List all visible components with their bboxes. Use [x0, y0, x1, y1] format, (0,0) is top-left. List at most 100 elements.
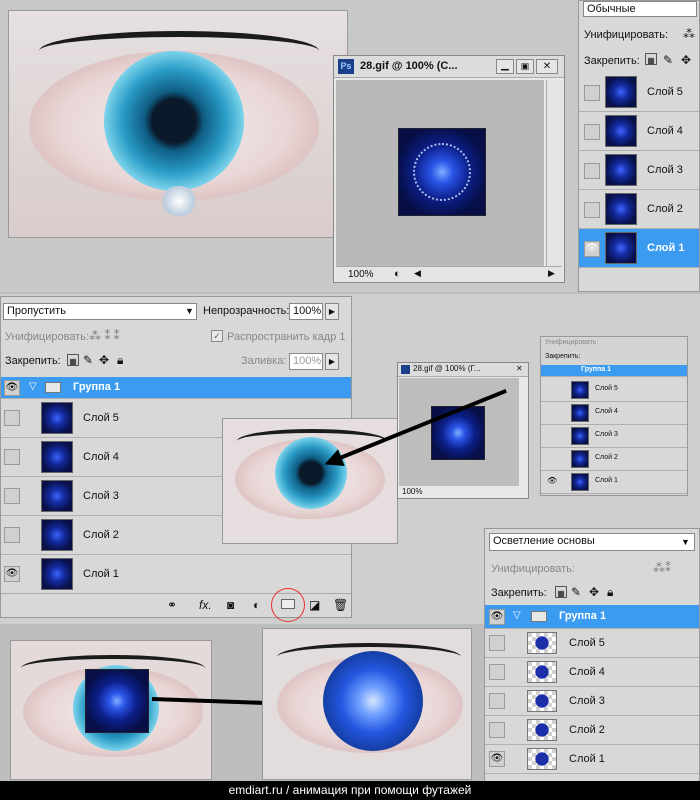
layer-row[interactable]: Слой 4 — [541, 402, 687, 425]
group-row[interactable]: Группа 1 — [541, 365, 687, 377]
layer-name[interactable]: Слой 5 — [595, 385, 618, 392]
minimize-button[interactable]: ▁ — [496, 59, 514, 74]
opacity-arrow-button[interactable]: ▶ — [325, 303, 339, 320]
group-row[interactable]: 👁︎ ▽ Группа 1 — [485, 605, 699, 629]
layer-name[interactable]: Слой 4 — [595, 408, 618, 415]
adjustment-icon[interactable]: ◐ — [253, 598, 260, 612]
layer-row[interactable]: 👁︎ Слой 1 — [485, 745, 699, 774]
unify-icon[interactable]: ⁂⁑ — [653, 561, 671, 575]
eye-icon[interactable] — [489, 664, 505, 680]
blend-mode-select[interactable]: Обычные — [583, 1, 697, 17]
lock-pixels-icon[interactable]: ▦ — [67, 354, 79, 366]
maximize-button[interactable]: ▣ — [516, 59, 534, 74]
propagate-checkbox[interactable]: ✓ — [211, 330, 223, 342]
eye-icon[interactable] — [584, 163, 600, 179]
layer-name[interactable]: Слой 5 — [569, 637, 605, 649]
eye-icon[interactable] — [489, 635, 505, 651]
layer-name[interactable]: Слой 3 — [595, 431, 618, 438]
zoom-level[interactable]: 100% — [348, 269, 374, 280]
move-icon[interactable]: ✥ — [681, 53, 691, 67]
layer-row[interactable]: Слой 2 — [485, 716, 699, 745]
layer-name[interactable]: Слой 4 — [83, 451, 119, 463]
eye-icon[interactable] — [4, 527, 20, 543]
lock-icon[interactable]: 🔒︎ — [117, 353, 123, 367]
layer-name[interactable]: Слой 4 — [569, 666, 605, 678]
layer-name[interactable]: Слой 4 — [647, 125, 683, 137]
layer-row[interactable]: Слой 5 — [541, 379, 687, 402]
layer-row[interactable]: Слой 3 — [579, 151, 699, 190]
eye-icon[interactable]: 👁︎ — [489, 609, 505, 625]
eye-icon[interactable] — [584, 124, 600, 140]
eye-icon[interactable]: 👁︎ — [4, 380, 20, 396]
layer-name[interactable]: Слой 2 — [595, 454, 618, 461]
eye-icon[interactable] — [584, 85, 600, 101]
lock-pixels-icon[interactable]: ▦ — [555, 586, 567, 598]
layer-name[interactable]: Слой 5 — [83, 412, 119, 424]
mask-icon[interactable]: ◙ — [227, 598, 234, 612]
layer-name[interactable]: Слой 2 — [83, 529, 119, 541]
unify-icon[interactable]: ⁂ — [683, 27, 695, 41]
layer-row[interactable]: 👁︎ Слой 1 — [541, 471, 687, 494]
layer-name[interactable]: Слой 3 — [569, 695, 605, 707]
layer-row[interactable]: Слой 5 — [579, 73, 699, 112]
layer-row[interactable]: 👁︎ Слой 1 — [1, 555, 351, 594]
close-button[interactable]: ✕ — [516, 364, 523, 373]
eye-icon[interactable] — [4, 488, 20, 504]
layer-row[interactable]: Слой 5 — [485, 629, 699, 658]
status-icon[interactable]: ◐ — [394, 268, 401, 280]
eye-icon[interactable]: 👁︎ — [4, 566, 20, 582]
eye-icon[interactable] — [584, 202, 600, 218]
layer-name[interactable]: Слой 1 — [569, 753, 605, 765]
expand-triangle-icon[interactable]: ▽ — [29, 381, 37, 392]
scroll-right-icon[interactable]: ▶ — [548, 268, 555, 279]
window-titlebar[interactable]: Ps 28.gif @ 100% (С... ▁ ▣ ✕ — [334, 56, 564, 78]
fill-input[interactable]: 100% — [289, 353, 323, 370]
close-button[interactable]: ✕ — [536, 59, 558, 74]
move-icon[interactable]: ✥ — [99, 353, 109, 367]
move-icon[interactable]: ✥ — [589, 585, 599, 599]
layer-name[interactable]: Слой 2 — [647, 203, 683, 215]
eye-icon[interactable]: 👁︎ — [547, 476, 557, 485]
layer-row[interactable]: Слой 2 — [579, 190, 699, 229]
eye-icon[interactable] — [4, 410, 20, 426]
group-name[interactable]: Группа 1 — [581, 366, 611, 373]
lock-pixels-icon[interactable]: ▦ — [645, 53, 657, 65]
window-titlebar[interactable]: 28.gif @ 100% (Г... ✕ — [398, 363, 528, 377]
layer-row[interactable]: Слой 4 — [485, 658, 699, 687]
brush-icon[interactable]: ✎ — [663, 53, 673, 67]
scroll-left-icon[interactable]: ◀ — [414, 268, 421, 279]
layer-name[interactable]: Слой 1 — [595, 477, 618, 484]
layer-name[interactable]: Слой 2 — [569, 724, 605, 736]
eye-icon[interactable]: 👁︎ — [584, 241, 600, 257]
eye-icon[interactable] — [489, 693, 505, 709]
fx-icon[interactable]: fx. — [199, 598, 212, 612]
link-icon[interactable]: ⚭ — [167, 598, 177, 612]
new-layer-icon[interactable]: ◪ — [309, 598, 320, 612]
layer-name[interactable]: Слой 1 — [647, 242, 684, 254]
opacity-input[interactable]: 100% — [289, 303, 323, 320]
layer-row[interactable]: Слой 3 — [541, 425, 687, 448]
canvas-area[interactable] — [336, 80, 544, 266]
group-name[interactable]: Группа 1 — [559, 610, 606, 622]
layer-row[interactable]: Слой 2 — [541, 448, 687, 471]
layer-row[interactable]: 👁︎ Слой 1 — [579, 229, 699, 268]
layer-name[interactable]: Слой 3 — [83, 490, 119, 502]
layer-name[interactable]: Слой 3 — [647, 164, 683, 176]
layer-name[interactable]: Слой 1 — [83, 568, 119, 580]
blend-mode-select[interactable]: Пропустить — [3, 303, 197, 320]
eye-icon[interactable] — [489, 722, 505, 738]
expand-triangle-icon[interactable]: ▽ — [513, 610, 521, 621]
fill-arrow-button[interactable]: ▶ — [325, 353, 339, 370]
eye-icon[interactable] — [4, 449, 20, 465]
unify-icon[interactable]: ⁂ ⁑ ⁑ — [89, 329, 120, 343]
vertical-scrollbar[interactable] — [546, 80, 562, 266]
blend-mode-select[interactable]: Осветление основы — [489, 533, 695, 551]
layer-row[interactable]: Слой 3 — [485, 687, 699, 716]
group-name[interactable]: Группа 1 — [73, 381, 120, 393]
brush-icon[interactable]: ✎ — [571, 585, 581, 599]
zoom-level[interactable]: 100% — [402, 487, 422, 496]
chevron-down-icon[interactable]: ▼ — [681, 537, 690, 547]
gif-document-window-small[interactable]: 28.gif @ 100% (Г... ✕ 100% — [397, 362, 529, 499]
layer-name[interactable]: Слой 5 — [647, 86, 683, 98]
layer-row[interactable]: Слой 4 — [579, 112, 699, 151]
